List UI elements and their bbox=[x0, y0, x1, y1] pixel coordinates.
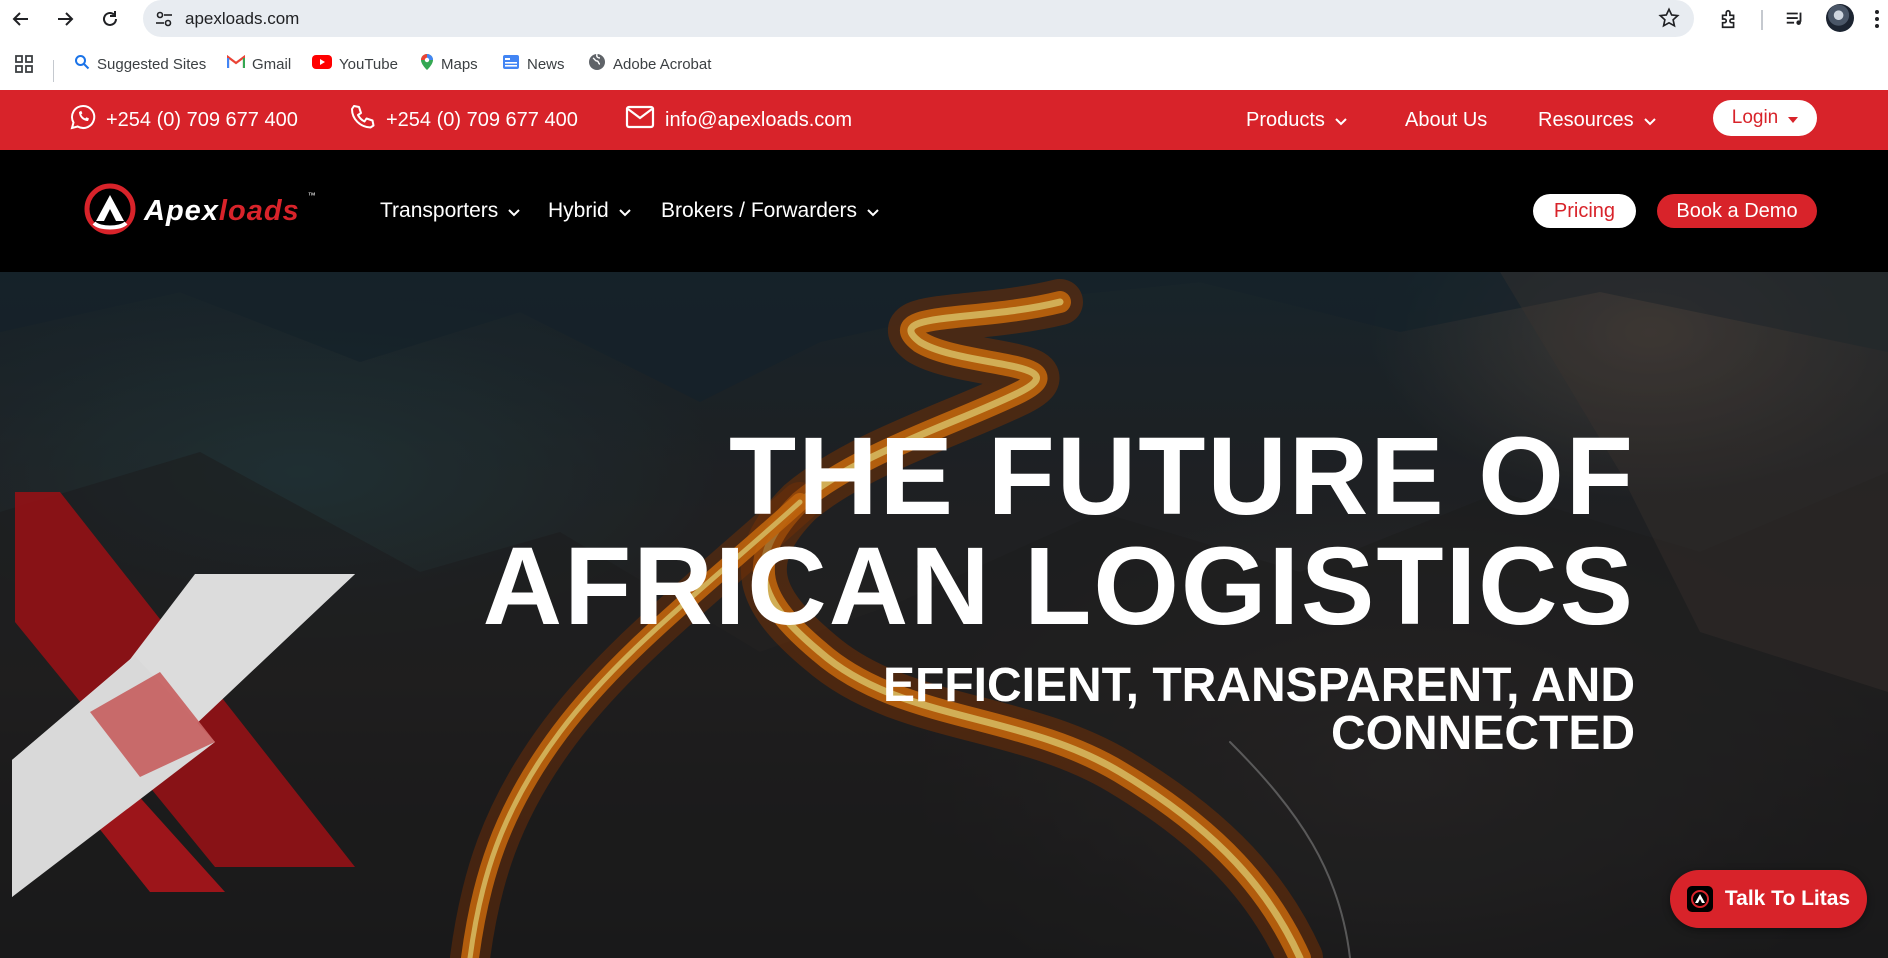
subheadline-line-1: EFFICIENT, TRANSPARENT, AND bbox=[882, 659, 1635, 712]
bookmark-adobe-acrobat[interactable]: Adobe Acrobat bbox=[588, 53, 712, 75]
chat-label: Talk To Litas bbox=[1724, 887, 1851, 910]
phone-contact[interactable]: +254 (0) 709 677 400 bbox=[348, 103, 578, 137]
bookmarks-divider bbox=[53, 60, 54, 82]
topnav-products[interactable]: Products bbox=[1246, 106, 1347, 134]
search-icon bbox=[74, 54, 90, 74]
nav-brokers-forwarders[interactable]: Brokers / Forwarders bbox=[661, 197, 879, 225]
login-button[interactable]: Login bbox=[1713, 100, 1817, 136]
browser-toolbar: apexloads.com bbox=[0, 0, 1888, 38]
bookmark-maps[interactable]: Maps bbox=[420, 54, 478, 74]
logo-loads-text: loads bbox=[218, 194, 300, 227]
reload-icon[interactable] bbox=[97, 6, 123, 32]
bookmark-youtube[interactable]: YouTube bbox=[312, 54, 398, 74]
contact-bar: +254 (0) 709 677 400 +254 (0) 709 677 40… bbox=[0, 90, 1888, 150]
email-address: info@apexloads.com bbox=[665, 108, 853, 131]
extensions-icon[interactable] bbox=[1716, 6, 1742, 32]
topnav-about-us[interactable]: About Us bbox=[1405, 106, 1487, 134]
nav-label: Hybrid bbox=[548, 199, 609, 222]
phone-number: +254 (0) 709 677 400 bbox=[386, 108, 578, 131]
bookmark-label: YouTube bbox=[339, 55, 398, 73]
nav-label: Brokers / Forwarders bbox=[661, 199, 858, 222]
bookmarks-bar: Suggested Sites Gmail YouTube Maps News … bbox=[0, 48, 1888, 82]
bookmark-label: Gmail bbox=[252, 55, 292, 73]
logo-wordmark: Apexloads bbox=[144, 195, 300, 228]
apexloads-logo[interactable]: Apexloads ™ bbox=[84, 183, 316, 240]
forward-icon[interactable] bbox=[52, 6, 78, 32]
whatsapp-number: +254 (0) 709 677 400 bbox=[106, 108, 298, 131]
caret-down-icon bbox=[1788, 107, 1799, 129]
book-demo-button[interactable]: Book a Demo bbox=[1657, 194, 1817, 228]
profile-avatar[interactable] bbox=[1826, 4, 1854, 32]
whatsapp-contact[interactable]: +254 (0) 709 677 400 bbox=[70, 104, 298, 136]
site-info-icon[interactable] bbox=[149, 4, 179, 34]
topnav-label: Products bbox=[1246, 108, 1325, 131]
hero-section: THE FUTURE OF AFRICAN LOGISTICS EFFICIEN… bbox=[0, 272, 1888, 958]
bookmark-gmail[interactable]: Gmail bbox=[226, 54, 292, 74]
globe-icon bbox=[588, 53, 606, 75]
bookmark-label: Maps bbox=[441, 55, 478, 73]
chevron-down-icon bbox=[618, 199, 631, 223]
topnav-label: Resources bbox=[1538, 108, 1634, 131]
address-bar[interactable]: apexloads.com bbox=[143, 0, 1694, 37]
headline-line-1: THE FUTURE OF bbox=[729, 415, 1635, 538]
topnav-label: About Us bbox=[1405, 108, 1488, 131]
apps-grid-icon[interactable] bbox=[14, 54, 34, 74]
chevron-down-icon bbox=[1335, 109, 1347, 132]
nav-hybrid[interactable]: Hybrid bbox=[548, 197, 631, 225]
email-contact[interactable]: info@apexloads.com bbox=[625, 105, 853, 135]
bookmark-label: News bbox=[527, 55, 565, 73]
menu-kebab-icon[interactable] bbox=[1870, 6, 1884, 32]
bookmark-label: Suggested Sites bbox=[97, 55, 207, 73]
logo-apex-text: Apex bbox=[144, 194, 219, 227]
login-label: Login bbox=[1731, 107, 1779, 128]
topnav-resources[interactable]: Resources bbox=[1538, 106, 1656, 134]
subheadline-line-2: CONNECTED bbox=[1330, 707, 1635, 760]
bookmark-star-icon[interactable] bbox=[1658, 7, 1680, 34]
maps-pin-icon bbox=[420, 53, 434, 75]
trademark-mark: ™ bbox=[307, 191, 316, 200]
hero-headline: THE FUTURE OF AFRICAN LOGISTICS EFFICIEN… bbox=[483, 422, 1635, 758]
phone-icon bbox=[348, 103, 376, 137]
url-text[interactable]: apexloads.com bbox=[185, 9, 299, 29]
chevron-down-icon bbox=[508, 199, 520, 223]
gmail-icon bbox=[226, 54, 246, 73]
media-control-icon[interactable] bbox=[1782, 6, 1808, 32]
talk-to-litas-chat-button[interactable]: Talk To Litas bbox=[1670, 870, 1867, 928]
news-icon bbox=[502, 53, 520, 75]
bookmark-suggested-sites[interactable]: Suggested Sites bbox=[74, 54, 206, 74]
toolbar-divider bbox=[1761, 10, 1763, 30]
chevron-down-icon bbox=[1643, 109, 1656, 132]
back-icon[interactable] bbox=[8, 6, 34, 32]
nav-transporters[interactable]: Transporters bbox=[380, 197, 520, 225]
youtube-icon bbox=[312, 55, 332, 73]
mail-icon bbox=[625, 105, 655, 135]
whatsapp-icon bbox=[70, 104, 96, 136]
nav-label: Transporters bbox=[380, 199, 499, 222]
bookmark-label: Adobe Acrobat bbox=[613, 55, 712, 73]
headline-line-2: AFRICAN LOGISTICS bbox=[482, 525, 1635, 648]
pricing-button[interactable]: Pricing bbox=[1533, 194, 1636, 228]
chat-logo-icon bbox=[1686, 886, 1713, 912]
chevron-down-icon bbox=[867, 199, 879, 223]
bookmark-news[interactable]: News bbox=[502, 54, 565, 74]
logo-mark-icon bbox=[84, 183, 136, 240]
